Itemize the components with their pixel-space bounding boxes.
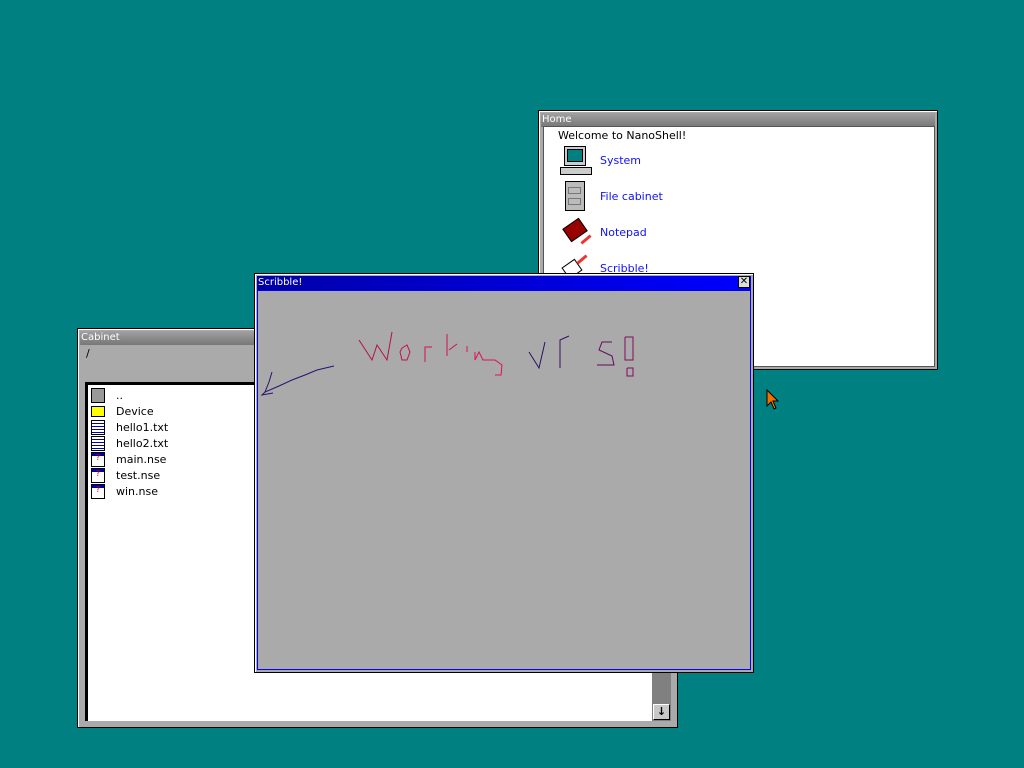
scribble-window: Scribble! ✕ — [254, 273, 754, 673]
folder-icon — [91, 405, 105, 417]
text-file-icon — [91, 419, 105, 435]
executable-icon: ? — [91, 483, 105, 499]
app-label: Notepad — [600, 225, 647, 239]
home-title-bar[interactable]: Home — [541, 113, 935, 127]
current-path: / — [86, 347, 90, 360]
drawing-canvas[interactable] — [257, 290, 751, 670]
list-item[interactable]: hello1.txt — [91, 419, 168, 435]
file-cabinet-icon — [560, 180, 592, 212]
app-system[interactable]: System — [560, 143, 641, 177]
app-notepad[interactable]: Notepad — [560, 215, 647, 249]
welcome-text: Welcome to NanoShell! — [558, 129, 687, 142]
executable-icon: ? — [91, 451, 105, 467]
app-file-cabinet[interactable]: File cabinet — [560, 179, 663, 213]
computer-icon — [560, 144, 592, 176]
parent-folder-icon — [91, 387, 105, 403]
app-label: System — [600, 153, 642, 167]
text-file-icon — [91, 435, 105, 451]
list-item[interactable]: ? test.nse — [91, 467, 160, 483]
scribble-drawing — [260, 331, 634, 396]
mouse-cursor-icon — [766, 389, 780, 410]
window-title: Cabinet — [81, 332, 120, 343]
window-title: Scribble! — [258, 277, 303, 288]
list-item[interactable]: hello2.txt — [91, 435, 168, 451]
scribble-title-bar[interactable]: Scribble! — [257, 276, 751, 290]
notepad-book-icon — [560, 216, 592, 248]
window-title: Home — [542, 114, 572, 125]
executable-icon: ? — [91, 467, 105, 483]
list-item[interactable]: .. — [91, 387, 123, 403]
list-item[interactable]: ? win.nse — [91, 483, 158, 499]
close-button[interactable]: ✕ — [738, 276, 750, 288]
list-item[interactable]: ? main.nse — [91, 451, 166, 467]
list-item[interactable]: Device — [91, 403, 154, 419]
scroll-down-button[interactable]: ↓ — [653, 704, 670, 720]
app-label: File cabinet — [600, 189, 663, 203]
